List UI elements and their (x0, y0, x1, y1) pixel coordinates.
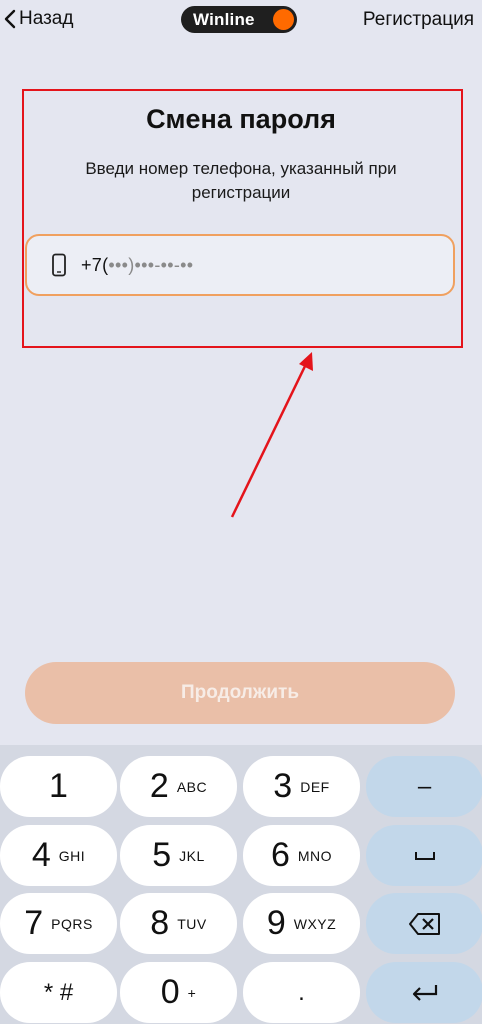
backspace-icon (408, 912, 440, 935)
key-digit: 6 (270, 836, 290, 874)
phone-value: +7(•••)•••-••-•• (81, 255, 193, 276)
phone-prefix: +7( (81, 254, 109, 275)
key-5[interactable]: 5 JKL (120, 825, 237, 886)
winline-logo: Winline (181, 6, 297, 33)
key-space[interactable] (366, 825, 482, 886)
key-1[interactable]: 1 (0, 756, 117, 817)
key-minus[interactable]: – (366, 756, 482, 817)
key-letters: MNO (297, 847, 333, 864)
numeric-keypad: 1 2 ABC 3 DEF – 4 GHI 5 JKL 6 MNO 7 PQRS… (0, 745, 482, 1024)
back-button[interactable]: Назад (4, 8, 73, 30)
star-hash-symbol: * # (43, 978, 74, 1006)
key-digit: 0 (160, 973, 180, 1011)
page-title: Смена пароля (146, 104, 336, 134)
page-subtitle: Введи номер телефона, указанный при реги… (85, 159, 397, 202)
key-3[interactable]: 3 DEF (243, 756, 360, 817)
smartphone-icon (52, 253, 66, 277)
key-letters: + (187, 984, 197, 1001)
dot-symbol: . (298, 978, 305, 1006)
key-letters: GHI (58, 847, 86, 864)
key-digit: 9 (266, 904, 286, 942)
key-letters: PQRS (51, 915, 93, 932)
key-backspace[interactable] (366, 893, 482, 954)
space-icon (414, 851, 435, 860)
logo-text: Winline (193, 9, 255, 29)
key-2[interactable]: 2 ABC (120, 756, 237, 817)
key-letters: DEF (300, 778, 330, 795)
key-digit: 3 (273, 767, 293, 805)
key-9[interactable]: 9 WXYZ (243, 893, 360, 954)
phone-mask: •••)•••-••-•• (108, 254, 194, 275)
continue-button[interactable]: Продолжить (25, 662, 455, 724)
key-star-hash[interactable]: * # (0, 962, 117, 1023)
key-4[interactable]: 4 GHI (0, 825, 117, 886)
key-digit: 2 (149, 767, 169, 805)
key-digit: 5 (152, 836, 172, 874)
chevron-left-icon (4, 9, 16, 29)
top-bar: Назад Winline Регистрация (0, 0, 482, 42)
key-letters: ABC (176, 778, 208, 795)
key-digit: 8 (150, 904, 170, 942)
minus-symbol: – (417, 772, 432, 800)
key-digit: 1 (49, 767, 68, 805)
register-link[interactable]: Регистрация (363, 9, 474, 31)
key-letters: JKL (179, 847, 205, 864)
key-6[interactable]: 6 MNO (243, 825, 360, 886)
logo-dot (273, 9, 294, 30)
phone-input[interactable]: +7(•••)•••-••-•• (25, 234, 455, 296)
key-dot[interactable]: . (243, 962, 360, 1023)
key-letters: WXYZ (293, 915, 337, 932)
key-7[interactable]: 7 PQRS (0, 893, 117, 954)
key-0[interactable]: 0 + (120, 962, 237, 1023)
key-digit: 4 (31, 836, 51, 874)
back-label: Назад (19, 8, 74, 29)
key-digit: 7 (24, 904, 44, 942)
return-icon (412, 984, 437, 1001)
key-return[interactable] (366, 962, 482, 1023)
key-8[interactable]: 8 TUV (120, 893, 237, 954)
key-letters: TUV (177, 915, 207, 932)
